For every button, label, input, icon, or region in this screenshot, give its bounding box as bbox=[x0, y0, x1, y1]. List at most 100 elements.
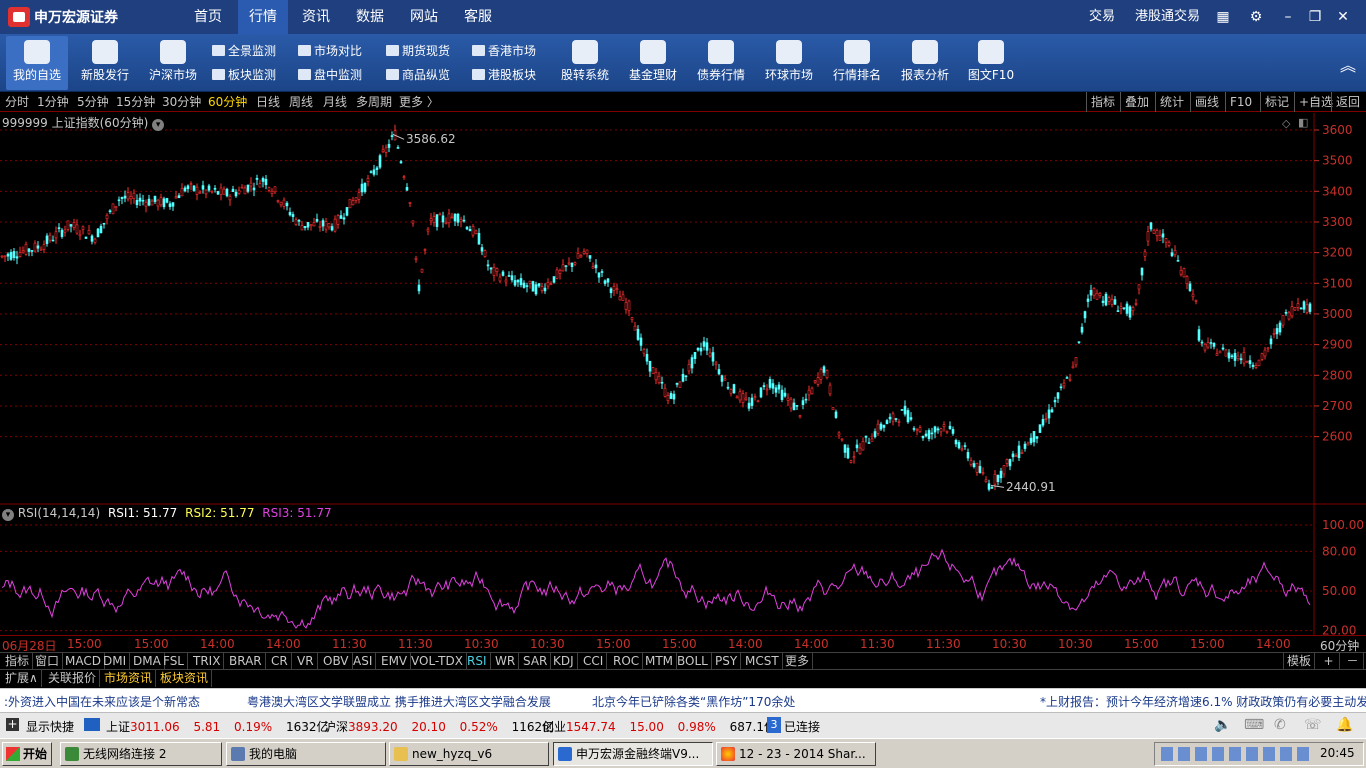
start-button[interactable]: 开始 bbox=[2, 742, 52, 766]
indicator-tab[interactable]: CR bbox=[268, 653, 292, 670]
task-folder[interactable]: new_hyzq_v6 bbox=[389, 742, 549, 766]
tb-global[interactable]: 环球市场 bbox=[758, 36, 820, 90]
indicator-tab[interactable]: ROC bbox=[610, 653, 644, 670]
period-30m[interactable]: 30分钟 bbox=[162, 94, 201, 110]
indicator-tab[interactable]: DMI bbox=[100, 653, 131, 670]
period-1m[interactable]: 1分钟 bbox=[37, 94, 69, 110]
period-week[interactable]: 周线 bbox=[289, 94, 313, 110]
indicator-tab[interactable]: VOL-TDX bbox=[408, 653, 467, 670]
nav-home[interactable]: 首页 bbox=[184, 0, 232, 34]
news-item[interactable]: 粤港澳大湾区文学联盟成立 携手推进大湾区文学融合发展 bbox=[247, 693, 551, 710]
sz-index[interactable]: 沪深3893.20 20.10 0.52% 1162亿 bbox=[324, 718, 554, 735]
task-browser[interactable]: 12 - 23 - 2014 Shar... bbox=[716, 742, 876, 766]
nav-data[interactable]: 数据 bbox=[346, 0, 394, 34]
grid-icon[interactable]: ▦ bbox=[1214, 8, 1232, 26]
task-wireless[interactable]: 无线网络连接 2 bbox=[60, 742, 222, 766]
btn-overlay[interactable]: 叠加 bbox=[1120, 92, 1153, 112]
restore-icon[interactable]: ❐ bbox=[1306, 8, 1324, 26]
close-icon[interactable]: ✕ bbox=[1334, 8, 1352, 26]
tb-panorama[interactable]: 全景监测 bbox=[212, 41, 276, 61]
nav-service[interactable]: 客服 bbox=[454, 0, 502, 34]
indicator-tab[interactable]: SAR bbox=[520, 653, 552, 670]
main-kline-chart[interactable]: 3600 3500 3400 3300 3200 3100 3000 2900 2800 2700… bbox=[0, 113, 1366, 505]
indicator-tab[interactable]: PSY bbox=[712, 653, 742, 670]
tb-sh-sz-market[interactable]: 沪深市场 bbox=[142, 36, 204, 90]
rsi-chart[interactable]: 100.00 80.00 50.00 20.00 ▾ RSI(14,14,14) RS… bbox=[0, 505, 1366, 638]
nav-news[interactable]: 资讯 bbox=[292, 0, 340, 34]
indicator-tab[interactable]: MTM bbox=[642, 653, 678, 670]
btn-back[interactable]: 返回 bbox=[1331, 92, 1364, 112]
indicator-tab[interactable]: WR bbox=[492, 653, 520, 670]
nav-market[interactable]: 行情 bbox=[238, 0, 288, 34]
period-5m[interactable]: 5分钟 bbox=[77, 94, 109, 110]
phone-icon[interactable]: ☏ bbox=[1304, 717, 1322, 733]
indicator-tab[interactable]: 指标 bbox=[2, 653, 34, 670]
tab-market-news[interactable]: 市场资讯 bbox=[101, 670, 157, 687]
btn-add-pane[interactable]: + bbox=[1318, 653, 1340, 670]
indicator-tab[interactable]: TRIX bbox=[190, 653, 225, 670]
keyboard-icon[interactable]: ⌨ bbox=[1244, 717, 1264, 733]
indicator-tab[interactable]: CCI bbox=[580, 653, 608, 670]
btn-indicator[interactable]: 指标 bbox=[1086, 92, 1119, 112]
tb-intraday-monitor[interactable]: 盘中监测 bbox=[298, 65, 362, 85]
period-tick[interactable]: 分时 bbox=[5, 94, 29, 110]
btn-draw[interactable]: 画线 bbox=[1190, 92, 1223, 112]
btn-f10[interactable]: F10 bbox=[1225, 92, 1256, 112]
tab-expand[interactable]: 扩展∧ bbox=[2, 670, 42, 687]
shortcut-toggle[interactable]: 显示快捷 bbox=[26, 718, 74, 735]
dropdown-icon[interactable]: ▾ bbox=[152, 119, 165, 131]
indicator-tab[interactable]: EMV bbox=[378, 653, 412, 670]
task-my-computer[interactable]: 我的电脑 bbox=[226, 742, 386, 766]
speaker-icon[interactable]: 🔈 bbox=[1214, 717, 1231, 733]
tb-hk-sectors[interactable]: 港股板块 bbox=[472, 65, 536, 85]
news-item[interactable]: *上财报告：预计今年经济增速6.1% 财政政策仍有必要主动发 bbox=[1040, 693, 1366, 710]
bell-icon[interactable]: 🔔 bbox=[1336, 717, 1353, 733]
tb-my-watchlist[interactable]: 我的自选 bbox=[6, 36, 68, 90]
tb-ranking[interactable]: 行情排名 bbox=[826, 36, 888, 90]
period-month[interactable]: 月线 bbox=[323, 94, 347, 110]
btn-template[interactable]: 模板 bbox=[1283, 653, 1316, 670]
indicator-tab[interactable]: RSI bbox=[464, 653, 491, 670]
gear-icon[interactable]: ⚙ bbox=[1247, 8, 1265, 26]
indicator-tab[interactable]: VR bbox=[294, 653, 318, 670]
tb-bonds[interactable]: 债券行情 bbox=[690, 36, 752, 90]
collapse-icon[interactable]: ︽ bbox=[1340, 52, 1356, 76]
tb-sector-monitor[interactable]: 板块监测 bbox=[212, 65, 276, 85]
nav-hk-trade[interactable]: 港股通交易 bbox=[1135, 0, 1200, 34]
tb-neeq[interactable]: 股转系统 bbox=[554, 36, 616, 90]
chat-icon[interactable]: ✆ bbox=[1274, 717, 1286, 733]
tb-futures-spot[interactable]: 期货现货 bbox=[386, 41, 450, 61]
indicator-tab[interactable]: ASI bbox=[350, 653, 377, 670]
sh-index[interactable]: 上证3011.06 5.81 0.19% 1632亿 bbox=[106, 718, 329, 735]
minimize-icon[interactable]: – bbox=[1279, 8, 1297, 26]
period-60m[interactable]: 60分钟 bbox=[208, 94, 247, 110]
tb-f10[interactable]: 图文F10 bbox=[962, 36, 1020, 90]
tb-ipo[interactable]: 新股发行 bbox=[74, 36, 136, 90]
tray-icons[interactable] bbox=[1161, 747, 1311, 761]
tb-hk-market[interactable]: 香港市场 bbox=[472, 41, 536, 61]
btn-mark[interactable]: 标记 bbox=[1260, 92, 1293, 112]
dropdown-icon[interactable]: ▾ bbox=[2, 509, 14, 521]
nav-site[interactable]: 网站 bbox=[400, 0, 448, 34]
tab-related-quotes[interactable]: 关联报价 bbox=[45, 670, 101, 687]
indicator-tab[interactable]: KDJ bbox=[550, 653, 578, 670]
plus-icon[interactable]: + bbox=[6, 718, 19, 731]
period-more[interactable]: 更多 〉 bbox=[399, 94, 439, 110]
tb-market-compare[interactable]: 市场对比 bbox=[298, 41, 362, 61]
task-terminal[interactable]: 申万宏源金融终端V9... bbox=[553, 742, 713, 766]
period-multi[interactable]: 多周期 bbox=[356, 94, 392, 110]
indicator-tab[interactable]: MCST bbox=[742, 653, 783, 670]
indicator-tab[interactable]: 更多 bbox=[782, 653, 814, 670]
btn-stats[interactable]: 统计 bbox=[1155, 92, 1188, 112]
indicator-tab[interactable]: FSL bbox=[160, 653, 188, 670]
indicator-tab[interactable]: MACD bbox=[62, 653, 105, 670]
period-day[interactable]: 日线 bbox=[256, 94, 280, 110]
cy-index[interactable]: 创业1547.74 15.00 0.98% 687.1亿 bbox=[542, 718, 776, 735]
tb-funds[interactable]: 基金理财 bbox=[622, 36, 684, 90]
btn-remove-pane[interactable]: － bbox=[1342, 653, 1364, 670]
tab-sector-news[interactable]: 板块资讯 bbox=[157, 670, 213, 687]
diamond-icon[interactable]: ◇ bbox=[1282, 117, 1290, 130]
panel-icon[interactable]: ◧ bbox=[1298, 116, 1308, 129]
tb-commodities[interactable]: 商品纵览 bbox=[386, 65, 450, 85]
tb-reports[interactable]: 报表分析 bbox=[894, 36, 956, 90]
